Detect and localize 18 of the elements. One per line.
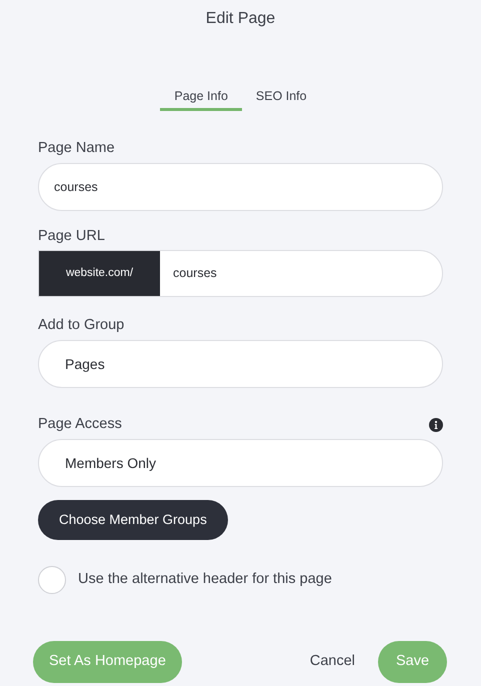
info-icon[interactable] [429, 418, 443, 432]
field-value: courses [172, 265, 217, 282]
select-field[interactable]: Pages [38, 340, 443, 388]
field-label: Page URL [38, 227, 105, 246]
cancel-button[interactable]: Cancel [310, 651, 355, 673]
url-prefix: website.com/ [39, 251, 160, 296]
select-field[interactable]: Members Only [38, 439, 443, 487]
checkbox-label: Use the alternative header for this page [78, 570, 332, 590]
tab[interactable]: SEO Info [242, 83, 321, 111]
tab[interactable]: Page Info [160, 83, 242, 111]
field-label: Page Name [38, 139, 115, 158]
checkbox[interactable] [38, 566, 66, 594]
url-field[interactable]: website.com/ courses [38, 250, 443, 297]
window-title: Edit Page [204, 9, 276, 29]
field-label: Add to Group [38, 316, 124, 336]
input-field[interactable]: courses [38, 163, 443, 211]
field-label: Page Access [38, 415, 122, 434]
choose-member-groups-button[interactable]: Choose Member Groups [38, 500, 228, 540]
